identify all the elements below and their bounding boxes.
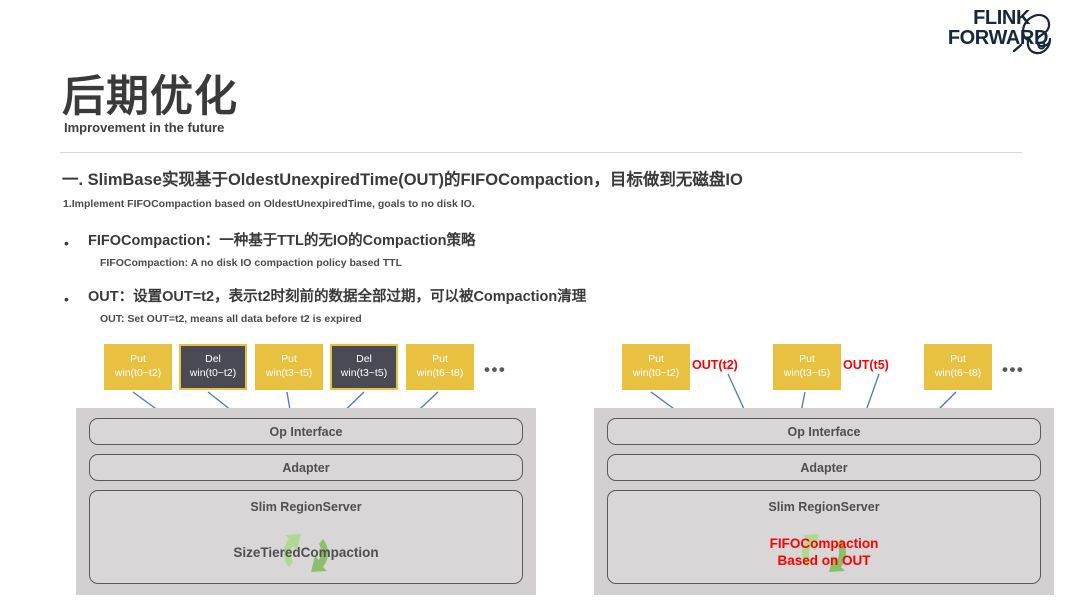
op-box-put-3: Put win(t6~t8) <box>406 344 474 390</box>
out-marker-t2: OUT(t2) <box>692 358 738 372</box>
out-marker-t5: OUT(t5) <box>843 358 889 372</box>
op-box-put-2: Put win(t3~t5) <box>255 344 323 390</box>
bullet-main-text: OUT：设置OUT=t2，表示t2时刻前的数据全部过期，可以被Compactio… <box>88 289 587 305</box>
op-window-label: win(t3~t5) <box>783 367 831 379</box>
section-heading: 一. SlimBase实现基于OldestUnexpiredTime(OUT)的… <box>62 171 743 189</box>
region-server-title: Slim RegionServer <box>250 500 362 514</box>
stack-box-op-interface: Op Interface <box>607 418 1041 445</box>
op-box-row: Put win(t0~t2) Del win(t0~t2) Put win(t3… <box>76 340 536 402</box>
op-box-put-3: Put win(t6~t8) <box>924 344 992 390</box>
compaction-label: SizeTieredCompaction <box>233 544 379 560</box>
op-window-label: win(t0~t2) <box>189 367 237 379</box>
op-kind-label: Del <box>356 353 372 366</box>
bullet-main-text: FIFOCompaction：一种基于TTL的无IO的Compaction策略 <box>88 233 476 249</box>
architecture-stack-panel: Op Interface Adapter Slim RegionServer F… <box>594 408 1054 595</box>
compaction-label-line-2: Based on OUT <box>777 553 871 568</box>
op-box-del-1: Del win(t0~t2) <box>179 344 247 390</box>
stack-box-adapter: Adapter <box>89 454 523 481</box>
op-box-put-1: Put win(t0~t2) <box>104 344 172 390</box>
page-title: 后期优化 <box>62 73 238 121</box>
op-window-label: win(t3~t5) <box>265 367 313 379</box>
bullet-sub-text: OUT: Set OUT=t2, means all data before t… <box>100 313 362 325</box>
op-window-label: win(t6~t8) <box>934 367 982 379</box>
stack-box-region-server: Slim RegionServer FIFOCompaction Based o… <box>607 490 1041 584</box>
flink-forward-logo: FLINK FORWARD <box>924 8 1052 60</box>
op-kind-label: Put <box>130 353 146 366</box>
diagram-fifo-out: Put win(t0~t2) OUT(t2) Put win(t3~t5) OU… <box>594 340 1054 595</box>
bullet-sub-text: FIFOCompaction: A no disk IO compaction … <box>100 257 402 269</box>
op-kind-label: Put <box>799 353 815 366</box>
ellipsis-indicator: ••• <box>484 360 507 379</box>
op-box-put-2: Put win(t3~t5) <box>773 344 841 390</box>
title-divider <box>60 152 1022 153</box>
bullet-item-out: • OUT：设置OUT=t2，表示t2时刻前的数据全部过期，可以被Compact… <box>64 285 586 325</box>
stack-box-op-interface: Op Interface <box>89 418 523 445</box>
bullet-item-fifocompaction: • FIFOCompaction：一种基于TTL的无IO的Compaction策… <box>64 229 475 269</box>
op-kind-label: Put <box>648 353 664 366</box>
bullet-dot-icon: • <box>64 291 69 307</box>
op-window-label: win(t3~t5) <box>340 367 388 379</box>
bullet-dot-icon: • <box>64 235 69 251</box>
op-window-label: win(t0~t2) <box>114 367 162 379</box>
diagram-size-tiered: Put win(t0~t2) Del win(t0~t2) Put win(t3… <box>76 340 536 595</box>
op-kind-label: Put <box>432 353 448 366</box>
section-subheading: 1.Implement FIFOCompaction based on Olde… <box>63 198 475 210</box>
op-box-del-2: Del win(t3~t5) <box>330 344 398 390</box>
compaction-badge: FIFOCompaction Based on OUT <box>608 525 1040 581</box>
stack-box-adapter: Adapter <box>607 454 1041 481</box>
op-window-label: win(t6~t8) <box>416 367 464 379</box>
compaction-badge: SizeTieredCompaction <box>90 525 522 581</box>
region-server-title: Slim RegionServer <box>768 500 880 514</box>
op-kind-label: Put <box>281 353 297 366</box>
squirrel-icon <box>1012 13 1052 55</box>
op-kind-label: Del <box>205 353 221 366</box>
op-kind-label: Put <box>950 353 966 366</box>
ellipsis-indicator: ••• <box>1002 360 1025 379</box>
op-box-put-1: Put win(t0~t2) <box>622 344 690 390</box>
op-window-label: win(t0~t2) <box>632 367 680 379</box>
op-box-row: Put win(t0~t2) OUT(t2) Put win(t3~t5) OU… <box>594 340 1054 402</box>
architecture-stack-panel: Op Interface Adapter Slim RegionServer S… <box>76 408 536 595</box>
stack-box-region-server: Slim RegionServer SizeTieredCompaction <box>89 490 523 584</box>
page-subtitle: Improvement in the future <box>64 120 225 135</box>
compaction-label: FIFOCompaction Based on OUT <box>770 536 879 570</box>
compaction-label-line-1: FIFOCompaction <box>769 536 879 552</box>
